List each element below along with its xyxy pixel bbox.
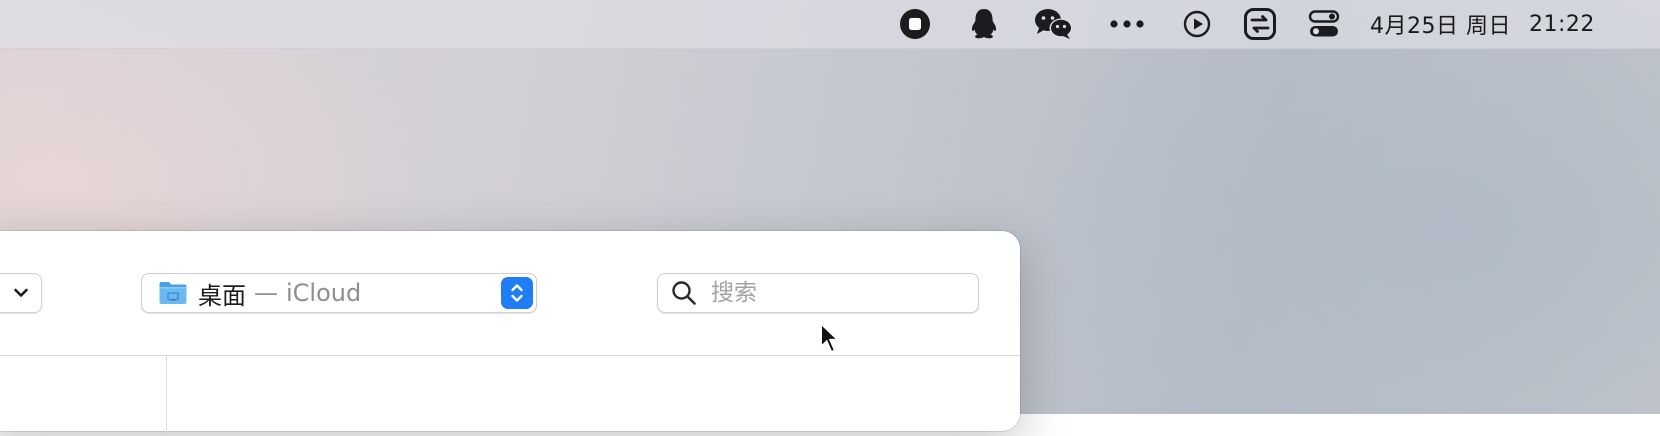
play-icon[interactable] <box>1181 0 1213 48</box>
sidebar-divider <box>166 356 167 436</box>
location-popup[interactable]: 桌面 — iCloud <box>141 273 537 313</box>
folder-icon <box>159 282 187 304</box>
location-separator: — <box>254 279 278 307</box>
app-switch-icon[interactable] <box>1242 0 1278 48</box>
menu-bar: 4月25日 周日 21:22 <box>0 0 1660 49</box>
search-field[interactable] <box>657 273 979 313</box>
chevron-down-icon <box>14 288 28 297</box>
save-dialog-window: 桌面 — iCloud <box>0 231 1020 436</box>
stop-recording-icon[interactable] <box>897 0 933 48</box>
toolbar-divider <box>0 355 1020 356</box>
search-input[interactable] <box>711 280 951 306</box>
location-provider: iCloud <box>286 279 362 307</box>
location-stepper[interactable] <box>501 277 533 309</box>
location-folder-name: 桌面 <box>198 281 246 310</box>
more-icon[interactable] <box>1108 0 1146 48</box>
up-down-chevron-icon <box>511 284 523 302</box>
control-center-icon[interactable] <box>1307 0 1341 48</box>
wechat-icon[interactable] <box>1032 0 1076 48</box>
search-icon <box>672 281 696 305</box>
clock-time: 21:22 <box>1529 11 1595 37</box>
clock-date: 4月25日 周日 <box>1370 14 1511 39</box>
qq-icon[interactable] <box>966 0 1002 48</box>
expand-button[interactable] <box>0 273 42 313</box>
menu-bar-clock[interactable]: 4月25日 周日 21:22 <box>1370 0 1595 48</box>
mouse-pointer-icon <box>820 321 840 354</box>
